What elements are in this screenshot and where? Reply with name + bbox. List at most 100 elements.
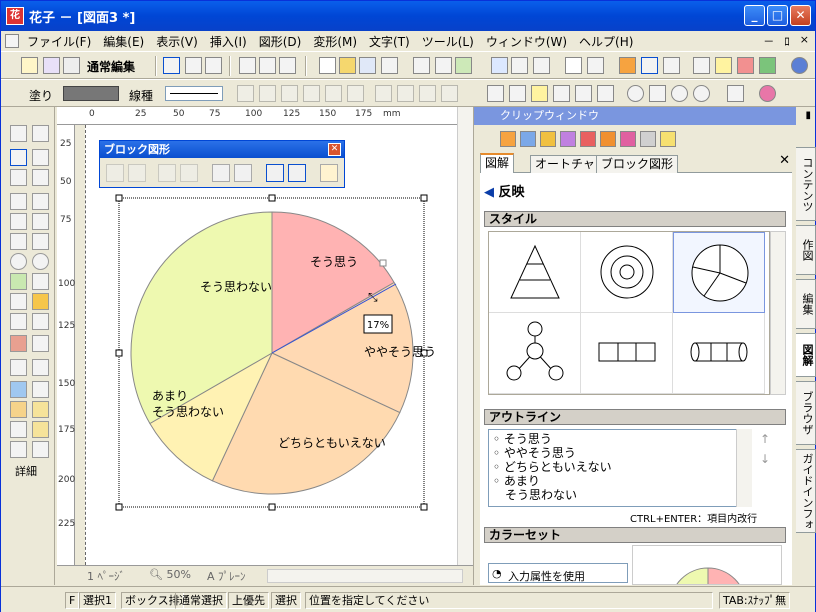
layout-split-icon[interactable] — [205, 57, 222, 74]
colorset-preview[interactable] — [632, 545, 782, 585]
vertical-tab[interactable]: ガイドインフォ — [796, 449, 816, 533]
curve-tool-icon[interactable] — [32, 233, 49, 250]
window-tool-icon[interactable] — [663, 57, 680, 74]
rectangle-tool-icon[interactable] — [10, 233, 27, 250]
clip-note-icon[interactable] — [660, 131, 676, 147]
spellcheck-icon[interactable] — [565, 57, 582, 74]
layout-double-icon[interactable] — [185, 57, 202, 74]
eraser-tool-icon[interactable] — [10, 401, 27, 418]
remove-item-icon[interactable] — [128, 164, 146, 182]
selection-handle[interactable] — [268, 503, 276, 511]
color-set-icon[interactable] — [320, 164, 338, 182]
ellipse-tool-icon[interactable] — [10, 253, 27, 270]
hint-bulb-icon[interactable] — [715, 57, 732, 74]
shadow-icon[interactable] — [259, 85, 276, 102]
zoom-tool-icon[interactable] — [32, 441, 49, 458]
grid-icon[interactable] — [43, 57, 60, 74]
vertical-tab[interactable]: 作図 — [796, 225, 816, 275]
outline-scrollbar[interactable] — [736, 429, 752, 507]
tab-zukai[interactable]: 図解 — [480, 153, 515, 174]
point-tool-icon[interactable] — [10, 293, 27, 310]
distribute-icon[interactable] — [397, 85, 414, 102]
edit-mode-icon[interactable] — [21, 57, 38, 74]
add-item-icon[interactable] — [106, 164, 124, 182]
hierarchy-layout-icon[interactable] — [288, 164, 306, 182]
canvas-horizontal-scrollbar[interactable] — [267, 569, 463, 583]
clip-symbol-icon[interactable] — [560, 131, 576, 147]
selection-handle[interactable] — [115, 503, 123, 511]
outline-editor[interactable]: ◦ そう思う ◦ ややそう思う ◦ どちらともいえない ◦ あまり そう思わない — [488, 429, 752, 507]
help-book-icon[interactable] — [737, 57, 754, 74]
vertical-text-icon[interactable] — [32, 193, 49, 210]
open-folder-icon[interactable] — [339, 57, 356, 74]
tab-close-button[interactable]: ✕ — [779, 153, 790, 168]
flip-icon[interactable] — [441, 85, 458, 102]
selection-handle[interactable] — [268, 194, 276, 202]
layout-single-icon[interactable] — [163, 57, 180, 74]
menu-transform[interactable]: 変形(M) — [307, 33, 363, 50]
promote-icon[interactable] — [158, 164, 176, 182]
line-color-icon[interactable] — [347, 85, 364, 102]
menu-help[interactable]: ヘルプ(H) — [573, 33, 639, 50]
new-document-icon[interactable] — [319, 57, 336, 74]
selection-handle[interactable] — [420, 503, 428, 511]
vertical-tab[interactable]: 図解 — [796, 333, 816, 377]
corner-tool-icon[interactable] — [32, 313, 49, 330]
clip-chart-icon[interactable] — [520, 131, 536, 147]
block-toolbar-title[interactable]: ブロック図形 — [100, 141, 344, 158]
block-toolbar-close-button[interactable]: ✕ — [328, 143, 341, 156]
copy-icon[interactable] — [435, 57, 452, 74]
tab-block-figure[interactable]: ブロック図形 — [596, 155, 679, 173]
page-indicator[interactable]: 1 ﾍﾟｰｼﾞ — [87, 568, 125, 584]
menu-window[interactable]: ウィンドウ(W) — [480, 33, 573, 50]
redo-icon[interactable] — [511, 57, 528, 74]
frame-icon[interactable] — [279, 57, 296, 74]
menu-shape[interactable]: 図形(D) — [253, 33, 308, 50]
cut-icon[interactable] — [413, 57, 430, 74]
arrow-tool-icon[interactable] — [32, 213, 49, 230]
outline-item-continuation[interactable]: そう思わない — [493, 488, 747, 502]
style-pyramid[interactable] — [489, 232, 581, 313]
style-grid-scrollbar[interactable] — [770, 231, 786, 395]
layer-indicator[interactable]: A ﾌﾟﾚｰﾝ — [207, 568, 246, 584]
line-end-icon[interactable] — [237, 85, 254, 102]
clip-mark-icon[interactable] — [620, 131, 636, 147]
close-button[interactable]: ✕ — [790, 5, 811, 26]
move-down-icon[interactable] — [234, 164, 252, 182]
maximize-button[interactable]: □ — [767, 5, 788, 26]
chart-tool-icon[interactable] — [10, 381, 27, 398]
menu-text[interactable]: 文字(T) — [363, 33, 416, 50]
point-select-icon[interactable] — [32, 149, 49, 166]
mdi-restore-button[interactable]: ﾛ — [784, 33, 790, 49]
sun-icon[interactable] — [531, 85, 548, 102]
graph-tool-icon[interactable] — [32, 381, 49, 398]
style-cylinder[interactable] — [673, 313, 765, 394]
outline-item[interactable]: ◦ どちらともいえない — [493, 460, 747, 474]
clip-table-icon[interactable] — [640, 131, 656, 147]
outline-item[interactable]: ◦ あまり — [493, 474, 747, 488]
fill-color-swatch[interactable] — [63, 86, 119, 101]
disc-icon[interactable] — [693, 85, 710, 102]
selection-handle[interactable] — [115, 194, 123, 202]
paste-icon[interactable] — [455, 57, 472, 74]
selection-handle[interactable] — [420, 194, 428, 202]
menu-view[interactable]: 表示(V) — [150, 33, 204, 50]
style-pie[interactable] — [673, 232, 765, 313]
square-tool-icon[interactable] — [649, 85, 666, 102]
vertical-tab[interactable]: 編集 — [796, 279, 816, 329]
proofread-icon[interactable] — [587, 57, 604, 74]
detail-button[interactable]: 詳細 — [15, 463, 37, 479]
info-icon[interactable] — [727, 85, 744, 102]
menu-insert[interactable]: 挿入(I) — [204, 33, 253, 50]
zoom-indicator[interactable]: 🔍︎ 50% — [149, 568, 191, 581]
star-icon[interactable] — [553, 85, 570, 102]
page-icon[interactable] — [259, 57, 276, 74]
circle-tool-icon[interactable] — [627, 85, 644, 102]
clip-image-icon[interactable] — [540, 131, 556, 147]
repeat-icon[interactable] — [533, 57, 550, 74]
style-radial[interactable] — [489, 313, 581, 394]
document-icon[interactable] — [5, 34, 19, 48]
status-priority[interactable]: 上優先 — [228, 592, 269, 609]
web-icon[interactable] — [759, 57, 776, 74]
plus-shape-icon[interactable] — [32, 293, 49, 310]
